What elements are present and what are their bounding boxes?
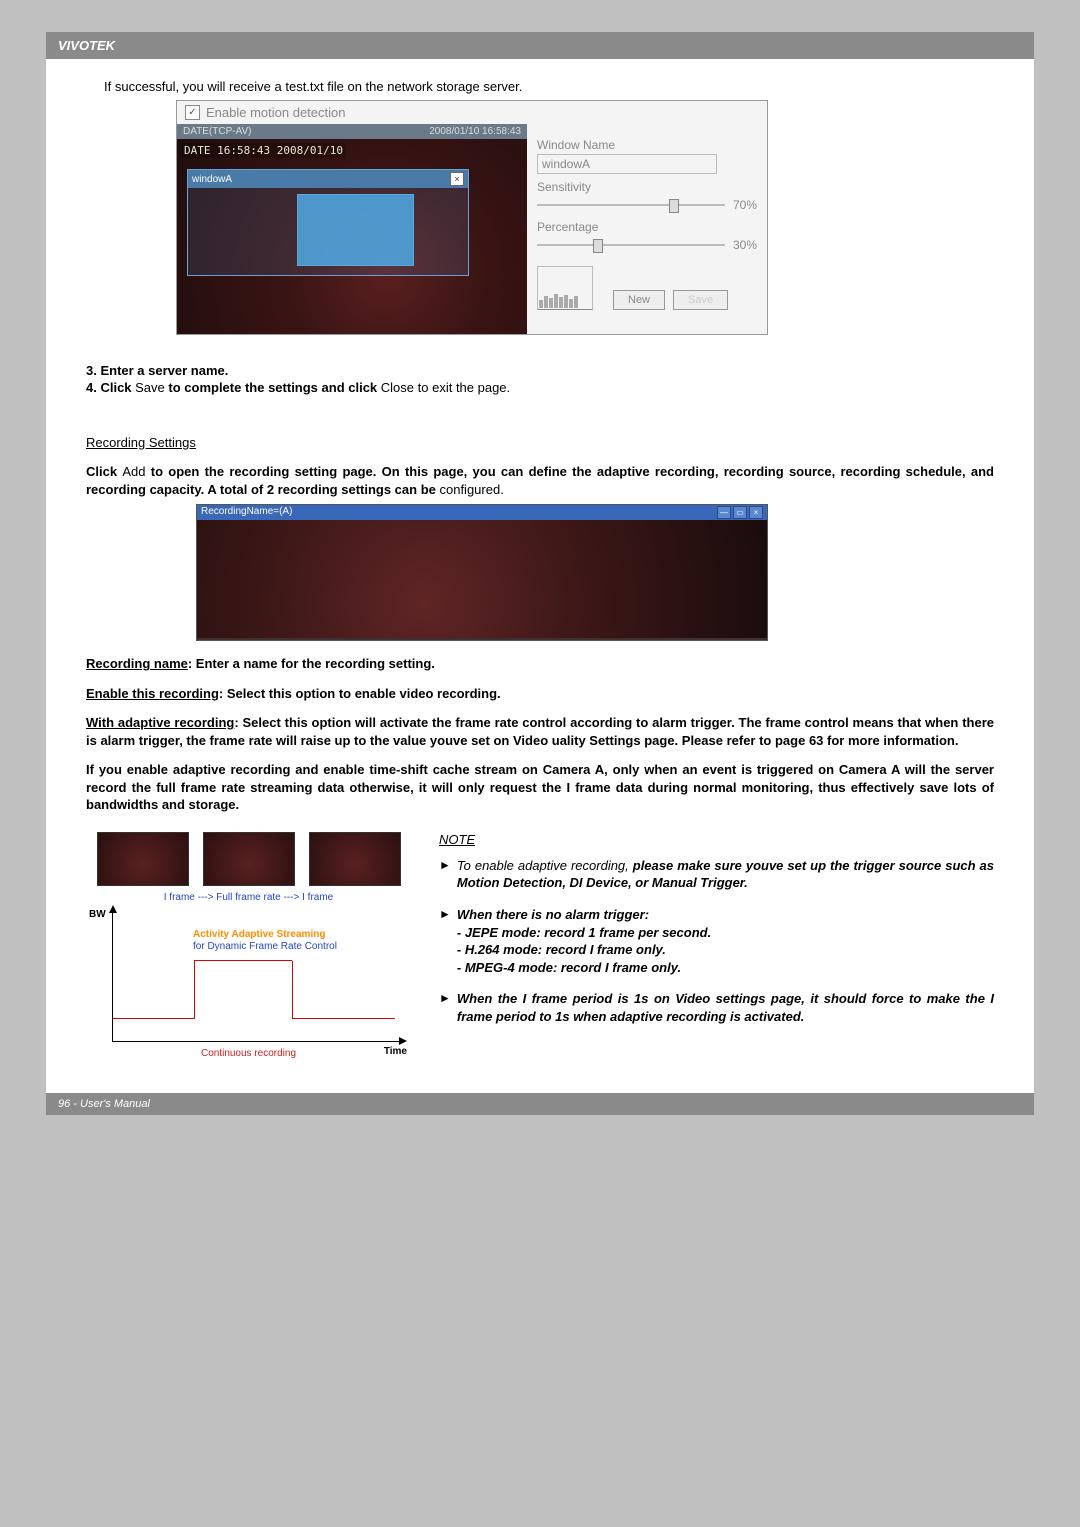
activity-text: Activity Adaptive Streaming for Dynamic … [193, 929, 337, 953]
sensitivity-value: 70% [733, 198, 757, 212]
note-title: NOTE [439, 832, 994, 847]
recording-settings-desc: Click Add to open the recording setting … [86, 463, 994, 498]
percentage-slider[interactable] [537, 244, 725, 246]
brand-text: VIVOTEK [58, 38, 115, 53]
step-4: 4. Click Save to complete the settings a… [86, 380, 994, 395]
param-adaptive-recording-2: If you enable adaptive recording and ena… [86, 761, 994, 814]
time-axis-label: Time [384, 1046, 407, 1057]
note-item-2: ► When there is no alarm trigger: - JEPE… [439, 906, 994, 976]
sensitivity-label: Sensitivity [537, 180, 757, 194]
window-name-input[interactable]: windowA [537, 154, 717, 174]
thumb-iframe-2 [309, 832, 401, 886]
new-button[interactable]: New [613, 290, 665, 310]
detection-window-titlebar: windowA × [188, 170, 468, 188]
steps-block: 3. Enter a server name. 4. Click Save to… [86, 363, 994, 395]
param-recording-name: Recording name: Enter a name for the rec… [86, 655, 994, 673]
timestamp-overlay: DATE 16:58:43 2008/01/10 [181, 143, 346, 158]
minimize-icon[interactable]: — [717, 506, 731, 519]
intro-text: If successful, you will receive a test.t… [104, 79, 994, 94]
flow-labels: I frame ---> Full frame rate ---> I fram… [86, 892, 411, 903]
preview-title-bar: DATE(TCP-AV) 2008/01/10 16:58:43 [177, 124, 527, 139]
page-header: VIVOTEK [46, 32, 1034, 59]
arrow-up-icon [109, 905, 117, 913]
param-enable-recording: Enable this recording: Select this optio… [86, 685, 994, 703]
document-page: VIVOTEK If successful, you will receive … [46, 32, 1034, 1115]
note-column: NOTE ► To enable adaptive recording, ple… [439, 832, 994, 1039]
percentage-label: Percentage [537, 220, 757, 234]
percentage-value: 30% [733, 238, 757, 252]
sensitivity-slider[interactable] [537, 204, 725, 206]
preview-image: DATE 16:58:43 2008/01/10 windowA × [177, 139, 527, 334]
note-item-3: ► When the I frame period is 1s on Video… [439, 990, 994, 1025]
triangle-icon: ► [439, 906, 451, 976]
motion-buttons: New Save [613, 290, 728, 310]
page-footer: 96 - User's Manual [46, 1093, 1034, 1115]
window-name-label: Window Name [537, 138, 757, 152]
window-controls: — ▭ × [717, 506, 763, 519]
bandwidth-diagram: I frame ---> Full frame rate ---> I fram… [86, 832, 411, 1059]
triangle-icon: ► [439, 857, 451, 892]
thumb-fullrate [203, 832, 295, 886]
thumbnail-row [86, 832, 411, 886]
recording-screenshot: RecordingName=(A) — ▭ × [196, 504, 768, 641]
recording-titlebar: RecordingName=(A) — ▭ × [197, 505, 767, 520]
motion-settings-column: Window Name windowA Sensitivity 70% Perc… [527, 124, 767, 334]
preview-title-left: DATE(TCP-AV) [183, 126, 252, 137]
video-preview: DATE(TCP-AV) 2008/01/10 16:58:43 DATE 16… [177, 124, 527, 334]
thumb-iframe-1 [97, 832, 189, 886]
recording-settings-title: Recording Settings [86, 435, 994, 450]
step-3: 3. Enter a server name. [86, 363, 994, 378]
motion-top-row: ✓ Enable motion detection [177, 101, 767, 124]
motion-detection-panel: ✓ Enable motion detection DATE(TCP-AV) 2… [176, 100, 768, 335]
detection-region[interactable] [297, 194, 414, 266]
close-window-icon[interactable]: × [749, 506, 763, 519]
bw-axis-label: BW [89, 909, 106, 920]
recording-preview-image [197, 520, 767, 638]
bw-chart: BW Time Activity Adaptive Streaming for … [112, 911, 401, 1042]
maximize-icon[interactable]: ▭ [733, 506, 747, 519]
param-adaptive-recording: With adaptive recording: Select this opt… [86, 714, 994, 749]
sensitivity-row: 70% [537, 198, 757, 212]
continuous-recording-label: Continuous recording [86, 1048, 411, 1059]
detection-window-title: windowA [192, 174, 232, 185]
note-item-1: ► To enable adaptive recording, please m… [439, 857, 994, 892]
enable-motion-label: Enable motion detection [206, 105, 345, 120]
enable-motion-checkbox[interactable]: ✓ [185, 105, 200, 120]
close-icon[interactable]: × [450, 172, 464, 186]
footer-text: 96 - User's Manual [58, 1098, 150, 1110]
motion-body: DATE(TCP-AV) 2008/01/10 16:58:43 DATE 16… [177, 124, 767, 334]
arrow-right-icon [399, 1037, 407, 1045]
note-section: I frame ---> Full frame rate ---> I fram… [86, 832, 994, 1059]
activity-bars [537, 266, 593, 310]
save-button[interactable]: Save [673, 290, 728, 310]
triangle-icon: ► [439, 990, 451, 1025]
percentage-row: 30% [537, 238, 757, 252]
recording-bar-title: RecordingName=(A) [201, 506, 292, 519]
preview-title-right: 2008/01/10 16:58:43 [429, 126, 521, 137]
